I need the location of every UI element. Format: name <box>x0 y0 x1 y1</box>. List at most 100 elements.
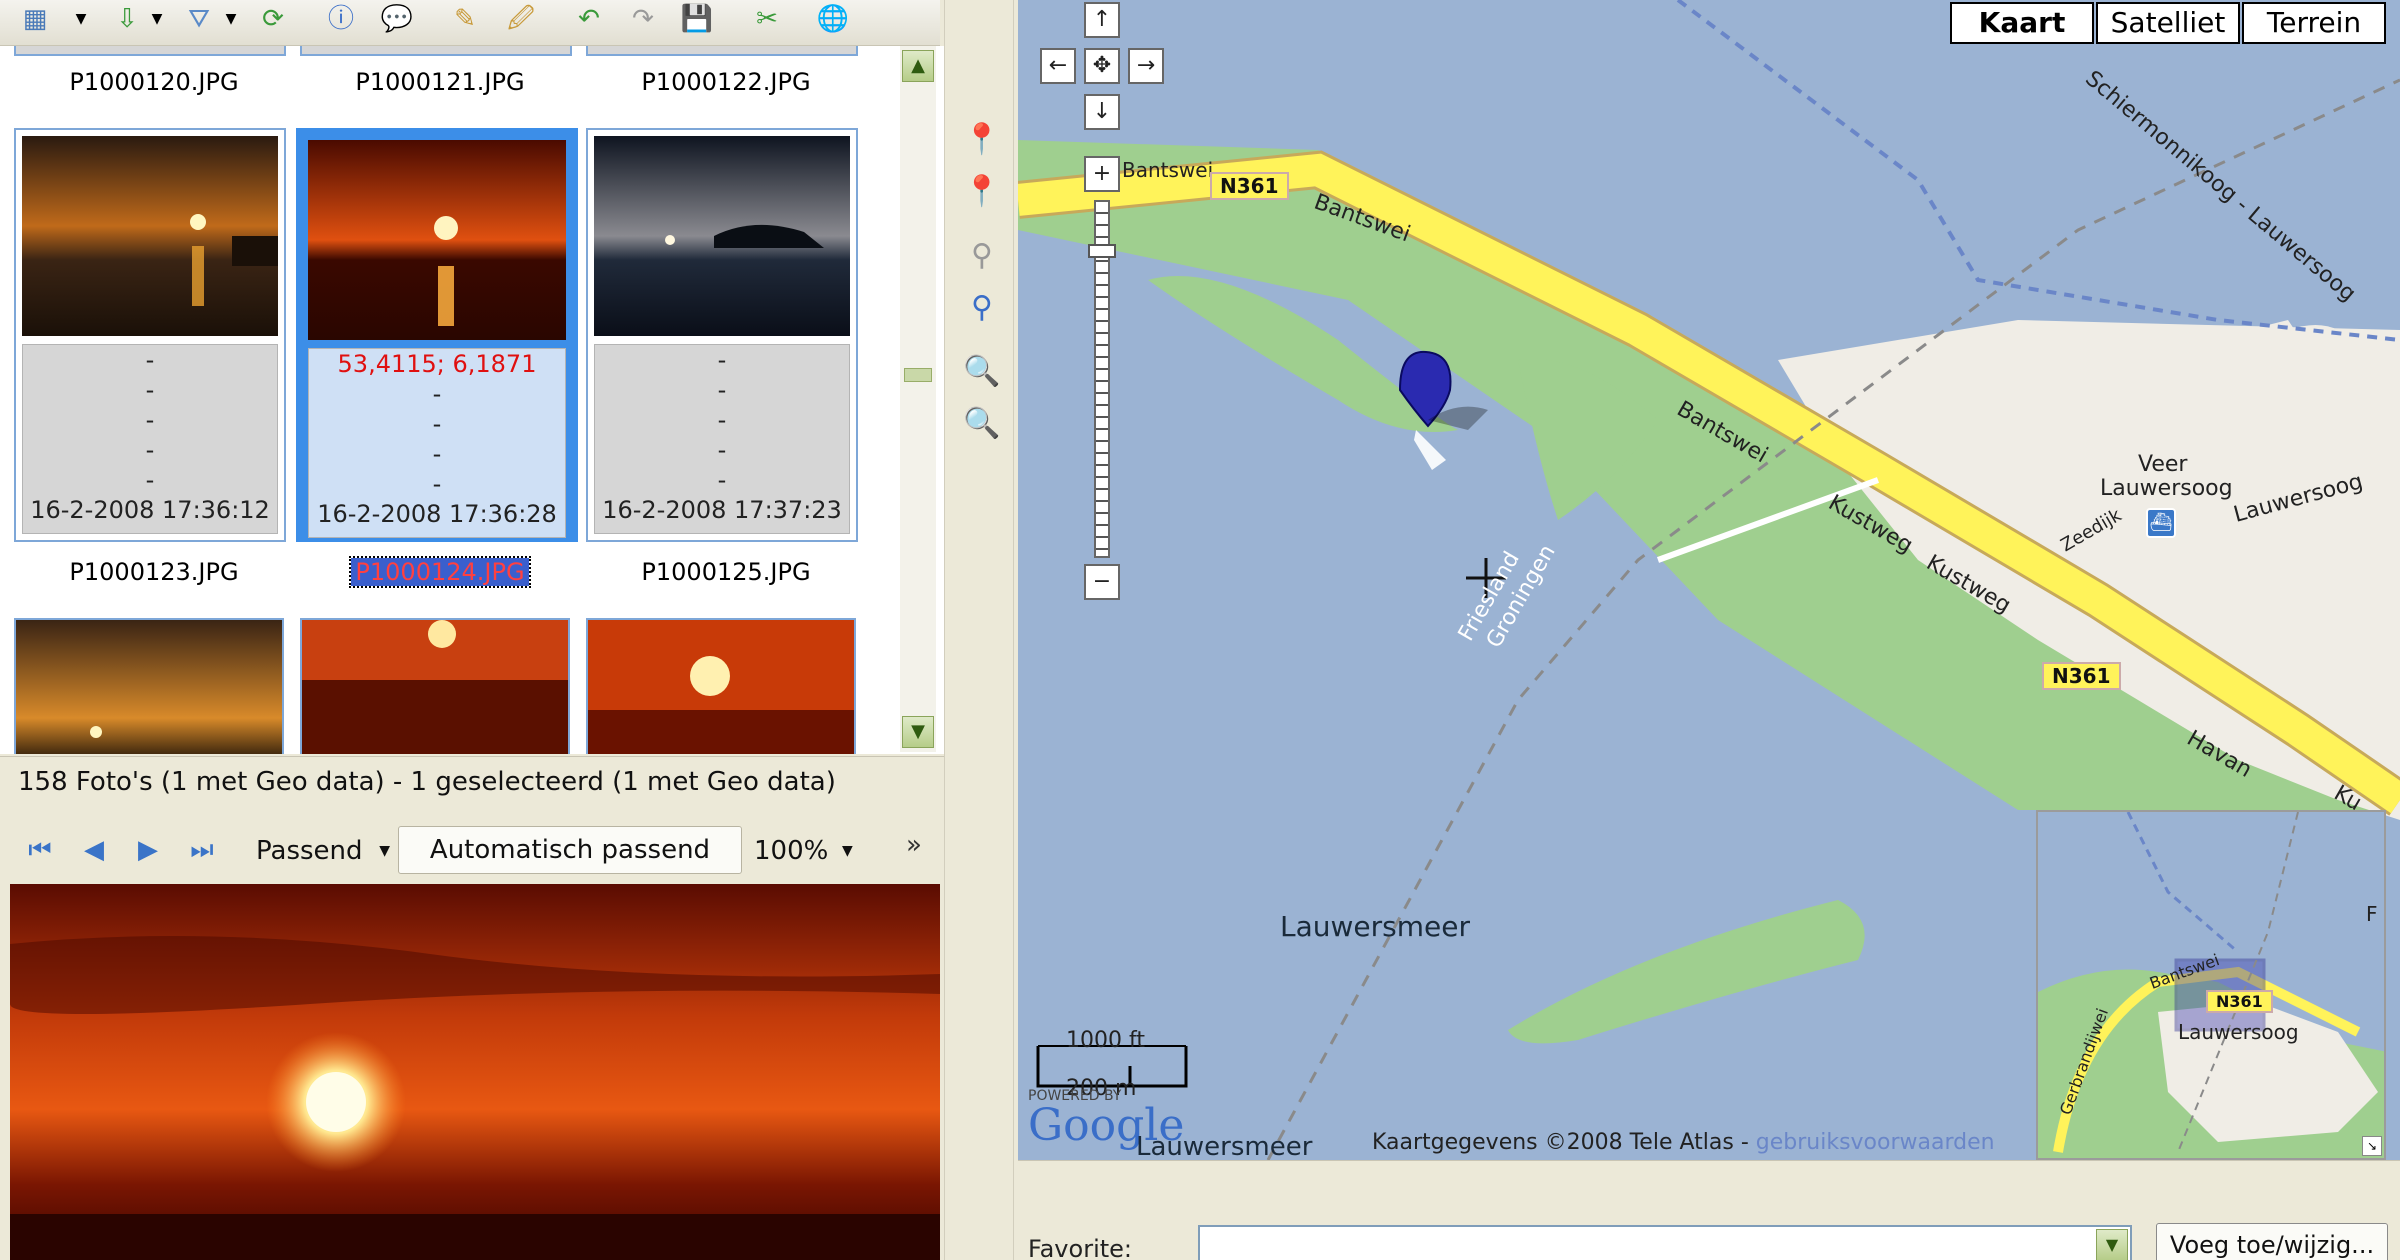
info-line: - <box>432 410 442 438</box>
redo-icon[interactable]: ↷ <box>626 2 660 36</box>
pan-down-icon[interactable]: ↓ <box>1084 94 1120 130</box>
pan-right-icon[interactable]: → <box>1128 48 1164 84</box>
ferry-icon: ⛴ <box>2146 508 2176 538</box>
road-badge: N361 <box>2042 662 2121 690</box>
thumbnail-photo <box>308 140 566 340</box>
viewer-toolbar: ⏮ ◀ ▶ ⏭ Passend ▼ Automatisch passend mak… <box>0 820 944 911</box>
thumbnail-card[interactable] <box>14 618 284 754</box>
info-line: - <box>145 436 155 464</box>
dropdown-arrow-icon[interactable]: ▼ <box>214 2 248 36</box>
road-badge: N361 <box>1210 172 1289 200</box>
info-line: - <box>717 376 727 404</box>
import-icon[interactable]: ⇩ <box>110 2 144 36</box>
scroll-down-icon[interactable]: ▼ <box>902 716 934 748</box>
info-line: - <box>717 436 727 464</box>
zoom-out-icon[interactable]: − <box>1084 564 1120 600</box>
thumbnail-scrollbar[interactable]: ▲ ▼ <box>900 46 936 752</box>
thumbnail-card[interactable] <box>586 46 858 56</box>
thumbnail-filename[interactable]: P1000120.JPG <box>14 68 294 96</box>
dropdown-arrow-icon[interactable]: ▼ <box>140 2 174 36</box>
terms-link[interactable]: gebruiksvoorwaarden <box>1756 1130 1995 1155</box>
auto-fit-button[interactable]: Automatisch passend maken <box>398 826 742 911</box>
info-line: - <box>145 376 155 404</box>
map-label: Lauwersmeer <box>1280 910 1470 943</box>
add-marker-icon[interactable]: 📍 <box>963 120 1001 160</box>
thumbnail-card[interactable] <box>300 46 572 56</box>
thumbnail-card[interactable] <box>300 618 570 754</box>
pan-left-icon[interactable]: ← <box>1040 48 1076 84</box>
map-label: Bantswei <box>1122 158 1214 182</box>
chevron-down-icon[interactable]: ▼ <box>2096 1229 2128 1260</box>
cut-icon[interactable]: ✂ <box>750 2 784 36</box>
previous-photo-icon[interactable]: ◀ <box>78 834 110 866</box>
pan-center-icon[interactable]: ✥ <box>1084 48 1120 84</box>
info-icon[interactable]: ⓘ <box>324 2 358 36</box>
save-icon[interactable]: 💾 <box>680 2 714 36</box>
scroll-up-icon[interactable]: ▲ <box>902 50 934 82</box>
zoom-value: 100% <box>754 836 829 866</box>
overview-map[interactable]: N361 Lauwersoog Bantswei Gerbrandijwei F… <box>2036 810 2386 1160</box>
last-photo-icon[interactable]: ⏭ <box>186 834 218 866</box>
fit-mode-select[interactable]: Passend ▼ <box>248 830 390 872</box>
photo-date: 16-2-2008 17:36:12 <box>30 496 270 524</box>
globe-icon[interactable]: 🌐 <box>816 2 850 36</box>
zoom-slider-thumb[interactable] <box>1088 244 1116 258</box>
favorites-bar: Favorite: ▼ Voeg toe/wijzig... <box>1018 1160 2400 1260</box>
favorites-combobox[interactable]: ▼ <box>1198 1225 2132 1260</box>
search-area-icon[interactable]: 🔍 <box>963 404 1001 444</box>
info-line: - <box>432 440 442 468</box>
fit-mode-value: Passend <box>256 836 363 866</box>
thumbnail-pane: P1000120.JPG P1000121.JPG P1000122.JPG -… <box>0 46 944 754</box>
thumbnail-card[interactable] <box>14 46 286 56</box>
chevron-down-icon: ▼ <box>842 843 853 859</box>
thumbnail-filename-selected[interactable]: P1000124.JPG <box>300 556 580 588</box>
info-line: - <box>145 406 155 434</box>
comment-icon[interactable]: 💬 <box>380 2 414 36</box>
thumbnail-filename[interactable]: P1000123.JPG <box>14 558 294 586</box>
dropdown-arrow-icon[interactable]: ▼ <box>64 2 98 36</box>
thumbnail-filename[interactable]: P1000125.JPG <box>586 558 866 586</box>
thumbnail-info: - - - - - 16-2-2008 17:37:23 <box>594 344 850 534</box>
thumbnail-filename[interactable]: P1000122.JPG <box>586 68 866 96</box>
thumbnail-card[interactable]: - - - - - 16-2-2008 17:37:23 <box>586 128 858 542</box>
zoom-select[interactable]: 100% ▼ <box>754 830 864 872</box>
undo-icon[interactable]: ↶ <box>572 2 606 36</box>
filter-icon[interactable]: ⛛ <box>182 2 216 36</box>
map-type-kaart[interactable]: Kaart <box>1950 2 2094 44</box>
add-edit-favorite-button[interactable]: Voeg toe/wijzig... <box>2156 1223 2388 1260</box>
collapse-overview-icon[interactable]: ↘ <box>2362 1136 2382 1156</box>
edit-note-icon[interactable]: ✎ <box>448 2 482 36</box>
pan-up-icon[interactable]: ↑ <box>1084 2 1120 38</box>
map-type-satelliet[interactable]: Satelliet <box>2096 2 2240 44</box>
main-toolbar: ▦ ▼ ⇩ ▼ ⛛ ▼ ⟳ ⓘ 💬 ✎ 🖉 ↶ ↷ 💾 ✂ 🌐 <box>0 0 940 46</box>
scale-feet: 1000 ft <box>1066 1028 1145 1053</box>
info-line: - <box>717 466 727 494</box>
status-bar: 158 Foto's (1 met Geo data) - 1 geselect… <box>0 756 944 806</box>
thumbnail-filename[interactable]: P1000121.JPG <box>300 68 580 96</box>
next-photo-icon[interactable]: ▶ <box>132 834 164 866</box>
refresh-icon[interactable]: ⟳ <box>256 2 290 36</box>
scroll-thumb[interactable] <box>904 368 932 382</box>
thumbnail-card[interactable]: - - - - - 16-2-2008 17:36:12 <box>14 128 286 542</box>
first-photo-icon[interactable]: ⏮ <box>24 834 56 866</box>
pins-icon[interactable]: ⚲ <box>963 288 1001 328</box>
map-tools-bar: 📍 📍 ⚲ ⚲ 🔍 🔍 <box>944 0 1014 1260</box>
map-type-terrein[interactable]: Terrein <box>2242 2 2386 44</box>
remove-marker-icon[interactable]: 📍 <box>963 172 1001 212</box>
toolbar-overflow-icon[interactable]: » <box>906 830 922 860</box>
image-edit-icon[interactable]: 🖉 <box>504 2 538 36</box>
pins-disabled-icon[interactable]: ⚲ <box>963 236 1001 276</box>
info-line: - <box>717 406 727 434</box>
search-location-icon[interactable]: 🔍 <box>963 352 1001 392</box>
info-line: - <box>432 470 442 498</box>
zoom-in-icon[interactable]: + <box>1084 156 1120 192</box>
thumbnail-card[interactable] <box>586 618 856 754</box>
info-line: - <box>145 466 155 494</box>
info-line: - <box>432 380 442 408</box>
grid-view-icon[interactable]: ▦ <box>18 2 52 36</box>
thumbnail-card-selected[interactable]: 53,4115; 6,1871 - - - - 16-2-2008 17:36:… <box>296 128 578 542</box>
map-label: Veer <box>2138 452 2188 477</box>
selected-filename-text: P1000124.JPG <box>349 556 531 588</box>
thumbnail-photo <box>594 136 850 336</box>
chevron-down-icon: ▼ <box>379 843 390 859</box>
